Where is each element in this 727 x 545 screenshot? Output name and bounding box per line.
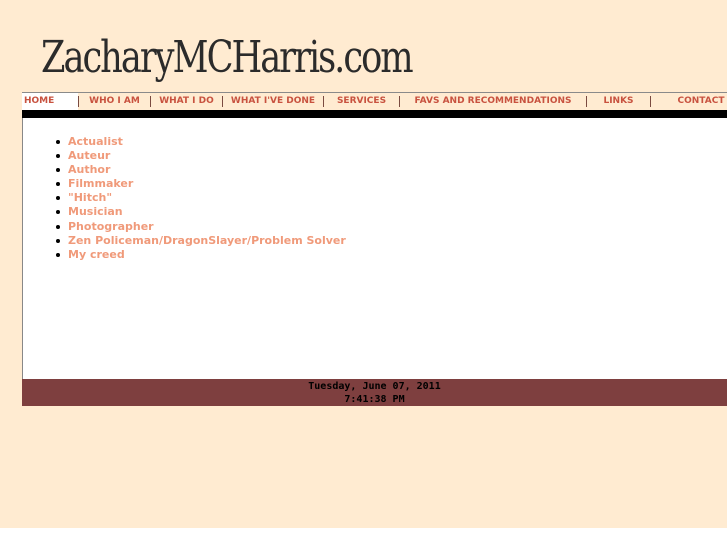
list-item: Auteur [56,149,346,163]
list-item: Filmmaker [56,177,346,191]
list-item: Author [56,163,346,177]
list-item: "Hitch" [56,191,346,205]
main-nav: HOME WHO I AM WHAT I DO WHAT I'VE DONE S… [22,92,727,110]
site-logo[interactable]: ZacharyMCHarris.com [41,28,414,88]
page-background: ZacharyMCHarris.com HOME WHO I AM WHAT I… [0,0,727,528]
link-filmmaker[interactable]: Filmmaker [68,177,133,190]
role-list: Actualist Auteur Author Filmmaker "Hitch… [56,135,346,262]
link-photographer[interactable]: Photographer [68,220,154,233]
nav-who-i-am[interactable]: WHO I AM [79,93,150,110]
list-item: Musician [56,205,346,219]
nav-underline-bar [22,110,727,118]
link-auteur[interactable]: Auteur [68,149,110,162]
nav-home[interactable]: HOME [22,93,78,110]
link-musician[interactable]: Musician [68,205,123,218]
nav-what-i-do[interactable]: WHAT I DO [151,93,222,110]
link-my-creed[interactable]: My creed [68,248,125,261]
nav-services[interactable]: SERVICES [324,93,399,110]
footer-bar: Tuesday, June 07, 2011 7:41:38 PM [22,379,727,406]
link-zen-policeman[interactable]: Zen Policeman/DragonSlayer/Problem Solve… [68,234,346,247]
content-panel: Actualist Auteur Author Filmmaker "Hitch… [22,118,727,379]
list-item: My creed [56,248,346,262]
nav-links[interactable]: LINKS [587,93,650,110]
nav-what-ive-done[interactable]: WHAT I'VE DONE [223,93,323,110]
footer-time: 7:41:38 PM [344,394,405,405]
link-actualist[interactable]: Actualist [68,135,123,148]
list-item: Zen Policeman/DragonSlayer/Problem Solve… [56,234,346,248]
list-item: Photographer [56,220,346,234]
link-hitch[interactable]: "Hitch" [68,191,112,204]
nav-contact[interactable]: CONTACT [651,93,727,110]
link-author[interactable]: Author [68,163,110,176]
nav-favs-and-recommendations[interactable]: FAVS AND RECOMMENDATIONS [400,93,586,110]
footer-date: Tuesday, June 07, 2011 [308,381,441,392]
list-item: Actualist [56,135,346,149]
